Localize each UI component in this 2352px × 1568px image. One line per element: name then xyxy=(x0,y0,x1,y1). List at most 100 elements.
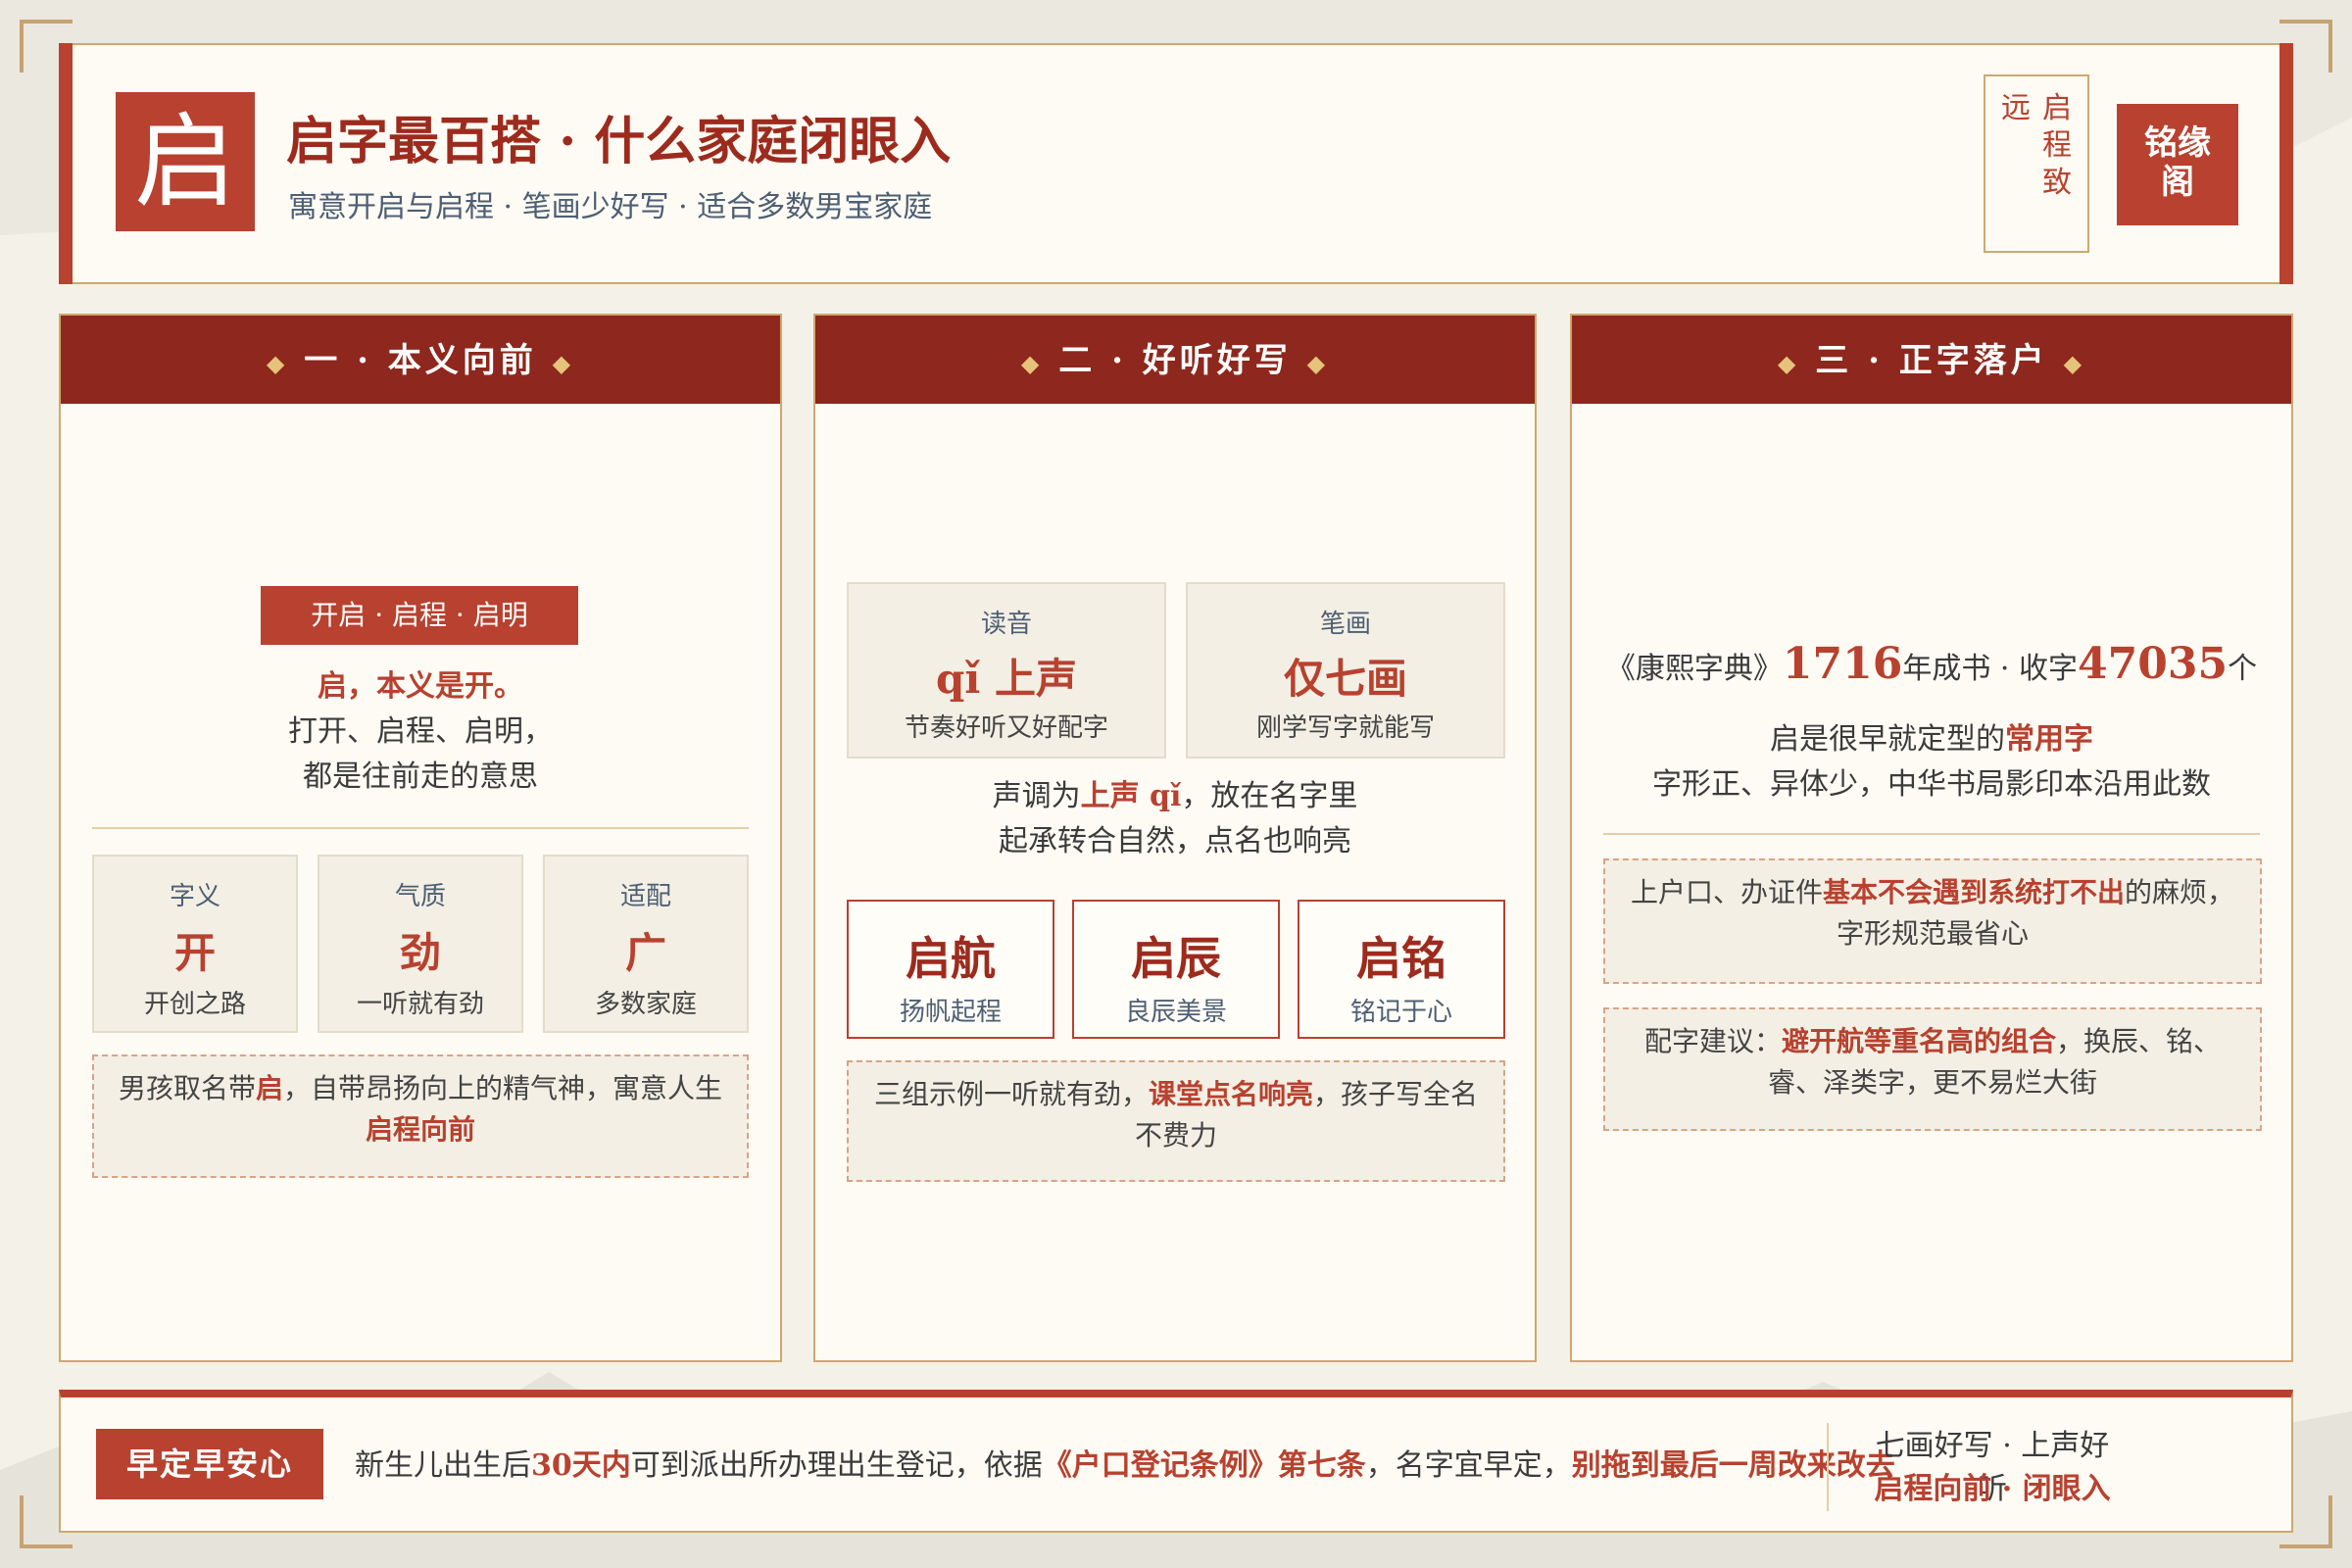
card-meaning: ◆ 一 · 本义向前 ◆ 开启 · 启程 · 启明 启，本义是开。 打开、启程、… xyxy=(59,314,782,1362)
info-box-desc: 开创之路 xyxy=(143,990,246,1019)
card-standard-character: ◆ 三 · 正字落户 ◆ 《康熙字典》1716年成书 · 收字47035个 启是… xyxy=(1570,314,2293,1362)
card-sound-writing: ◆ 二 · 好听好写 ◆ 读音 qǐ 上声 节奏好听又好配字 笔画 仅七画 刚学… xyxy=(813,314,1537,1362)
example-meaning: 铭记于心 xyxy=(1349,998,1452,1027)
info-box-fit: 适配 广 多数家庭 xyxy=(543,855,749,1033)
note-text: 三组示例一听就有劲， xyxy=(873,1078,1149,1110)
tone-text-part: 声调为 xyxy=(992,779,1081,813)
info-box-label: 字义 xyxy=(169,882,220,911)
diamond-icon: ◆ xyxy=(266,349,289,377)
info-box-desc: 刚学写字就能写 xyxy=(1255,713,1435,743)
standard-highlight: 常用字 xyxy=(2005,722,2093,757)
note-highlight: 课堂点名响亮 xyxy=(1148,1078,1313,1110)
seal-red-line1: 铭缘 xyxy=(2144,123,2211,163)
meaning-lead: 启，本义是开。 xyxy=(318,669,523,704)
tone-text: 声调为上声 qǐ，放在名字里 起承转合自然，点名也响亮 xyxy=(815,774,1535,864)
example-name-qihang: 启航 扬帆起程 xyxy=(847,900,1054,1039)
seal-outline-col1: 启程致 xyxy=(2042,91,2072,200)
meaning-note: 男孩取名带启，自带昂扬向上的精气神，寓意人生启程向前 xyxy=(92,1054,749,1178)
example-name-qichen: 启辰 良辰美景 xyxy=(1072,900,1280,1039)
stat-year: 1716 xyxy=(1782,639,1903,689)
stat-text: 个 xyxy=(2228,652,2258,686)
header-banner: 启 启字最百搭 · 什么家庭闭眼入 寓意开启与启程 · 笔画少好写 · 适合多数… xyxy=(59,43,2293,284)
page-title: 启字最百搭 · 什么家庭闭眼入 xyxy=(286,112,952,172)
registration-note: 上户口、办证件基本不会遇到系统打不出的麻烦，字形规范最省心 xyxy=(1603,858,2262,984)
footer-text-part: ，名字宜早定， xyxy=(1365,1448,1572,1483)
meaning-line3: 都是往前走的意思 xyxy=(303,760,538,794)
meaning-pill: 开启 · 启程 · 启明 xyxy=(261,586,578,645)
diamond-icon: ◆ xyxy=(552,349,575,377)
seal-red: 铭缘 阁 xyxy=(2117,104,2238,225)
card-header: ◆ 一 · 本义向前 ◆ xyxy=(61,316,780,404)
stat-text: 《康熙字典》 xyxy=(1605,652,1783,686)
standard-line2: 字形正、异体少，中华书局影印本沿用此数 xyxy=(1652,767,2211,802)
note-text: ，自带昂扬向上的精气神，寓意人生 xyxy=(283,1072,723,1104)
footer-highlight: 别拖到最后一周改来改去 xyxy=(1571,1448,1895,1483)
diamond-icon: ◆ xyxy=(1020,349,1044,377)
kangxi-stat: 《康熙字典》1716年成书 · 收字47035个 xyxy=(1572,639,2291,689)
info-box-desc: 一听就有劲 xyxy=(356,990,484,1019)
note-text: 男孩取名带 xyxy=(118,1072,256,1104)
example-name: 启辰 xyxy=(1131,932,1221,985)
footer-right-line2: 启程向前 · 闭眼入 xyxy=(1874,1472,2111,1506)
example-name-qiming: 启铭 铭记于心 xyxy=(1298,900,1505,1039)
stat-text: 年成书 · 收字 xyxy=(1902,652,2078,686)
stat-count: 47035 xyxy=(2078,639,2229,689)
example-meaning: 扬帆起程 xyxy=(899,998,1002,1027)
info-box-value: qǐ 上声 xyxy=(936,655,1077,703)
pairing-note: 配字建议：避开航等重名高的组合，换辰、铭、睿、泽类字，更不易烂大街 xyxy=(1603,1007,2262,1131)
info-box-label: 读音 xyxy=(980,610,1032,639)
divider xyxy=(92,827,749,829)
footer-text: 新生儿出生后30天内可到派出所办理出生登记，依据《户口登记条例》第七条，名字宜早… xyxy=(355,1441,1895,1484)
diamond-icon: ◆ xyxy=(2063,349,2086,377)
seal-outline-col2: 远 xyxy=(2001,91,2031,125)
info-box-value: 开 xyxy=(173,929,216,977)
tone-line2: 起承转合自然，点名也响亮 xyxy=(999,824,1351,858)
info-box-temperament: 气质 劲 一听就有劲 xyxy=(318,855,523,1033)
footer-text-part: 新生儿出生后 xyxy=(355,1448,531,1483)
info-box-value: 仅七画 xyxy=(1283,655,1407,703)
tone-text-part: ，放在名字里 xyxy=(1181,779,1358,813)
info-box-desc: 节奏好听又好配字 xyxy=(904,713,1108,743)
card-header: ◆ 三 · 正字落户 ◆ xyxy=(1572,316,2291,404)
page-subtitle: 寓意开启与启程 · 笔画少好写 · 适合多数男宝家庭 xyxy=(288,190,933,224)
note-highlight: 基本不会遇到系统打不出 xyxy=(1822,876,2125,908)
card-header: ◆ 二 · 好听好写 ◆ xyxy=(815,316,1535,404)
seal-red-line2: 阁 xyxy=(2161,163,2194,202)
info-box-label: 适配 xyxy=(619,882,671,911)
diamond-icon: ◆ xyxy=(1777,349,1800,377)
diamond-icon: ◆ xyxy=(1306,349,1330,377)
info-box-value: 广 xyxy=(624,929,666,977)
example-name: 启航 xyxy=(906,932,996,985)
footer-highlight: 30天内 xyxy=(531,1448,631,1483)
seal-outline: 启程致 远 xyxy=(1984,74,2089,253)
tone-highlight: 上声 qǐ xyxy=(1080,779,1182,813)
info-box-desc: 多数家庭 xyxy=(594,990,697,1019)
example-name: 启铭 xyxy=(1356,932,1446,985)
card-header-label: 一 · 本义向前 xyxy=(304,341,537,380)
info-box-pronunciation: 读音 qǐ 上声 节奏好听又好配字 xyxy=(847,582,1166,759)
meaning-line2: 打开、启程、启明， xyxy=(288,714,553,749)
footer-text-part: 可到派出所办理出生登记，依据 xyxy=(630,1448,1043,1483)
note-text: 配字建议： xyxy=(1643,1025,1782,1057)
logo-character: 启 xyxy=(116,92,255,231)
examples-note: 三组示例一听就有劲，课堂点名响亮，孩子写全名不费力 xyxy=(847,1060,1505,1182)
info-box-label: 气质 xyxy=(394,882,446,911)
note-text: 上户口、办证件 xyxy=(1630,876,1823,908)
note-highlight: 避开航等重名高的组合 xyxy=(1781,1025,2056,1057)
note-highlight: 启程向前 xyxy=(365,1113,475,1146)
divider xyxy=(1603,833,2260,835)
footer-divider xyxy=(1827,1423,1829,1511)
info-box-strokes: 笔画 仅七画 刚学写字就能写 xyxy=(1186,582,1505,759)
footer-banner: 早定早安心 新生儿出生后30天内可到派出所办理出生登记，依据《户口登记条例》第七… xyxy=(59,1390,2293,1533)
meaning-text: 启，本义是开。 打开、启程、启明， 都是往前走的意思 xyxy=(61,664,780,800)
card-header-label: 二 · 好听好写 xyxy=(1058,341,1292,380)
note-highlight: 启 xyxy=(255,1072,283,1104)
info-box-value: 劲 xyxy=(399,929,441,977)
footer-highlight: 《户口登记条例》第七条 xyxy=(1042,1448,1366,1483)
footer-badge: 早定早安心 xyxy=(96,1429,323,1499)
example-meaning: 良辰美景 xyxy=(1124,998,1227,1027)
info-box-label: 笔画 xyxy=(1319,610,1371,639)
card-header-label: 三 · 正字落户 xyxy=(1815,341,2048,380)
standard-text: 启是很早就定型的常用字 字形正、异体少，中华书局影印本沿用此数 xyxy=(1572,717,2291,808)
info-box-meaning: 字义 开 开创之路 xyxy=(92,855,298,1033)
